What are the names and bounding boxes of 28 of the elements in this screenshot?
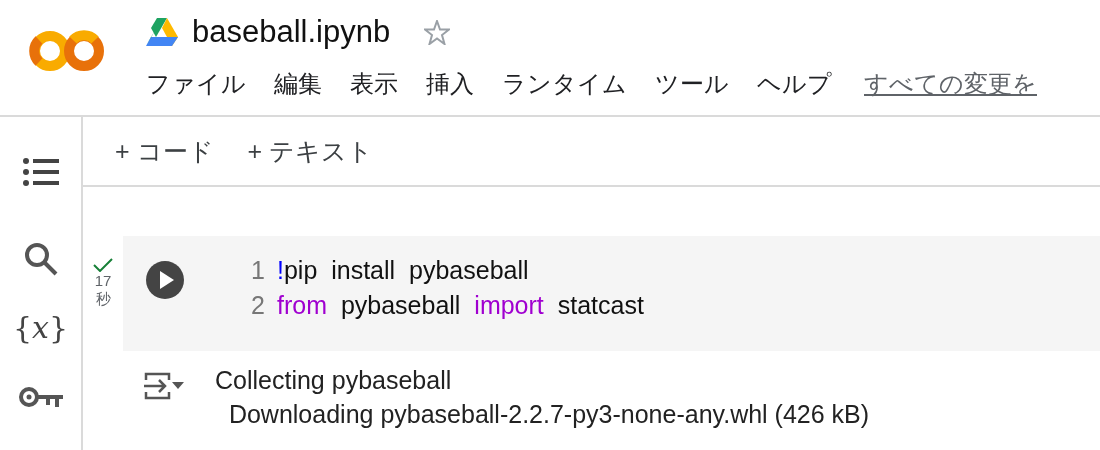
menu-item[interactable]: ランタイム — [502, 68, 627, 100]
output-toggle-icon[interactable] — [143, 371, 185, 401]
list-icon[interactable] — [22, 157, 59, 187]
key-icon[interactable] — [18, 385, 63, 409]
line-number: 1 — [250, 256, 265, 285]
search-icon[interactable] — [22, 241, 59, 277]
run-button[interactable] — [145, 260, 185, 300]
drive-icon[interactable] — [146, 18, 178, 46]
menu-item[interactable]: 挿入 — [426, 68, 474, 100]
star-icon[interactable] — [424, 19, 451, 45]
menu-item[interactable]: ファイル — [146, 68, 246, 100]
add-cell-button[interactable]: + コード — [113, 130, 216, 172]
code-line: from pybaseball import statcast — [277, 291, 644, 320]
menu-item[interactable]: 編集 — [274, 68, 322, 100]
run-time: 17 — [94, 272, 112, 290]
notebook-title[interactable]: baseball.ipynb — [192, 14, 391, 50]
menu-item[interactable]: ツール — [655, 68, 729, 100]
code-line: !pip install pybaseball — [277, 256, 529, 285]
save-status-link[interactable]: すべての変更を — [864, 68, 1037, 100]
run-time-unit: 秒 — [95, 290, 111, 308]
code-cell[interactable]: 1 !pip install pybaseball 2 from pybaseball import statcast — [123, 236, 1100, 351]
add-cell-button[interactable]: + テキスト — [245, 130, 376, 172]
line-number: 2 — [250, 291, 265, 320]
output-line: Downloading pybaseball-2.2.7-py3-none-any.whl (426 kB) — [227, 399, 870, 430]
output-line: Collecting pybaseball — [215, 365, 453, 396]
menu-item[interactable]: 表示 — [350, 68, 398, 100]
variables-icon[interactable]: {𝑥} — [12, 313, 69, 343]
menu-item[interactable]: ヘルプ — [757, 68, 832, 100]
